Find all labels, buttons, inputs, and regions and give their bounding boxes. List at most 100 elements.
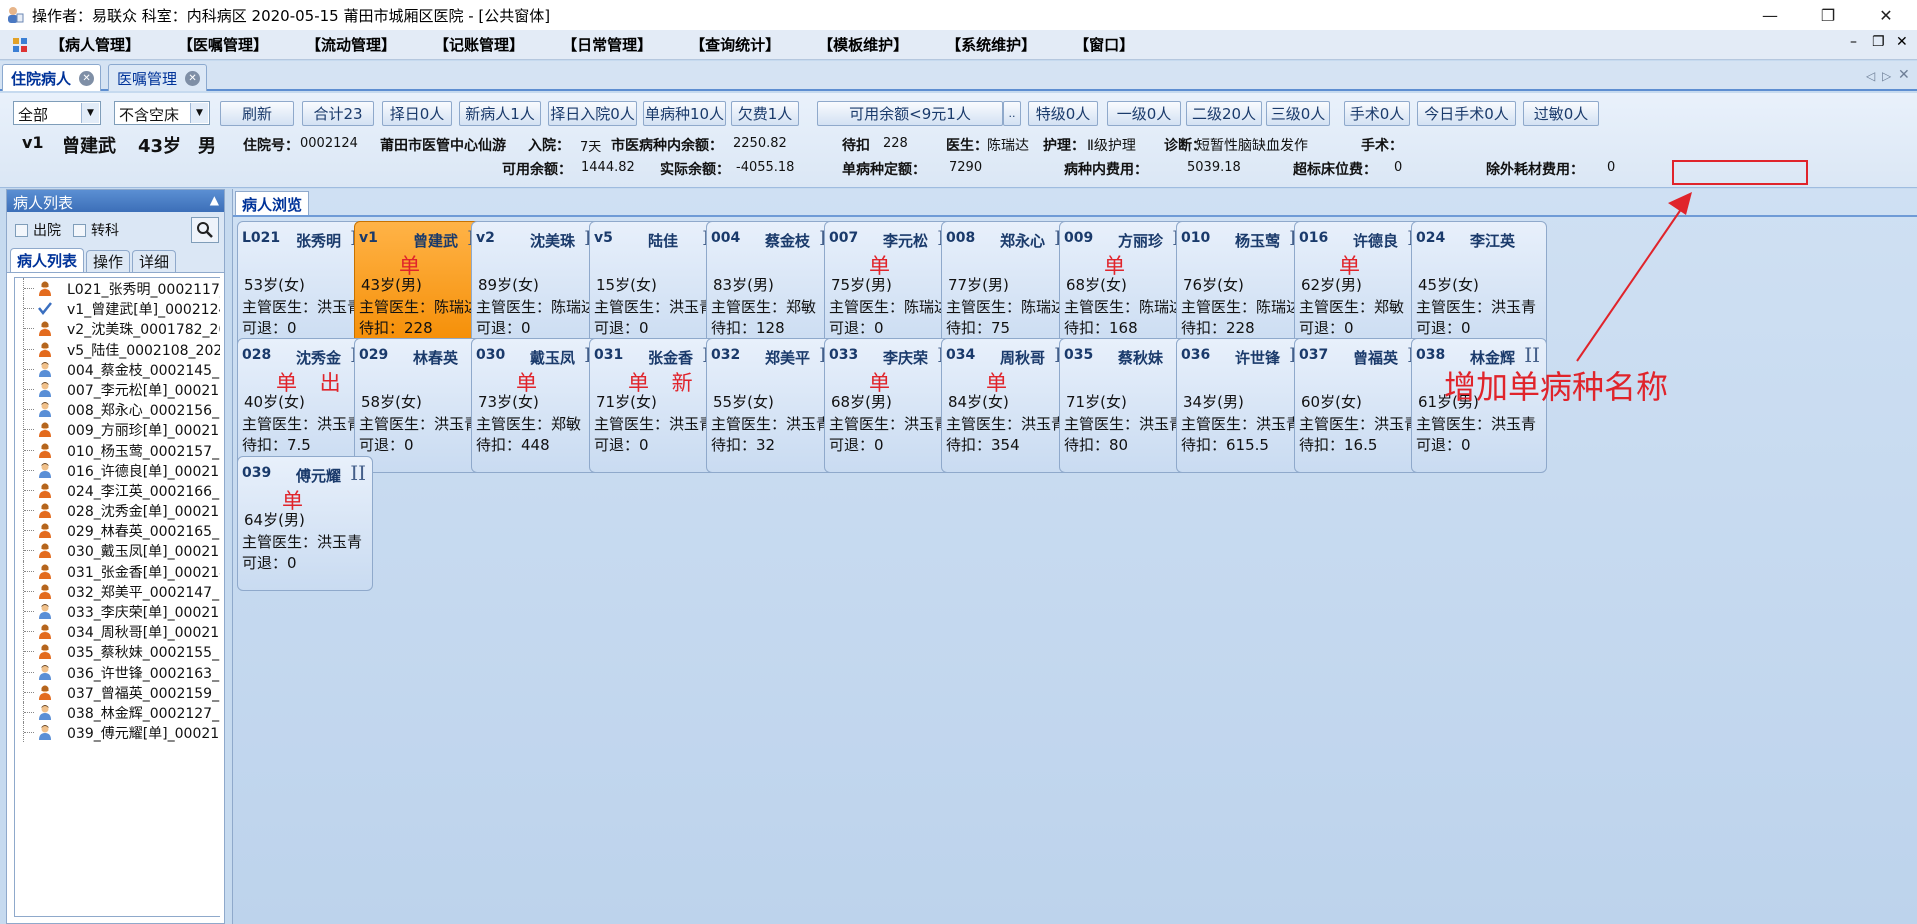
tab-patient-browse[interactable]: 病人浏览 — [235, 191, 310, 215]
menu-template-maintenance[interactable]: 【模板维护】 — [818, 34, 908, 55]
patient-card[interactable]: 024 李江英 45岁(女) 主管医生：洪玉青 可退：0 — [1411, 221, 1547, 356]
mdi-close-button[interactable]: ✕ — [1896, 34, 1908, 50]
patient-card[interactable]: 007李元松II单75岁(男)主管医生：陈瑞达可退：0 — [824, 221, 960, 356]
patient-card[interactable]: 009方丽珍II单68岁(女)主管医生：陈瑞达待扣：168 — [1059, 221, 1195, 356]
list-item[interactable]: 033_李庆荣[单]_0002154 — [15, 601, 220, 622]
patient-card[interactable]: 032郑美平II55岁(女)主管医生：洪玉青待扣：32 — [706, 338, 842, 473]
list-item[interactable]: v5_陆佳_0002108_202005 — [15, 338, 220, 359]
surgery-button[interactable]: 手术0人 — [1344, 101, 1410, 126]
chevron-down-icon[interactable]: ▼ — [190, 103, 208, 123]
arrears-button[interactable]: 欠费1人 — [731, 101, 799, 126]
minimize-button[interactable]: — — [1747, 0, 1793, 30]
patient-card[interactable]: 031张金香II单 新71岁(女)主管医生：洪玉青可退：0 — [589, 338, 725, 473]
list-item[interactable]: 007_李元松[单]_0002158 — [15, 378, 220, 400]
list-item[interactable]: 030_戴玉凤[单]_0002135 — [15, 540, 220, 561]
mdi-restore-button[interactable]: ❐ — [1872, 34, 1885, 50]
card-balance: 可退：0 — [1416, 436, 1471, 454]
refresh-button[interactable]: 刷新 — [220, 101, 294, 126]
list-item[interactable]: 031_张金香[单]_0002146 — [15, 560, 220, 581]
chevron-down-icon[interactable]: ▼ — [81, 103, 99, 123]
list-item[interactable]: 008_郑永心_0002156_202 — [15, 399, 220, 420]
patient-card[interactable]: 034周秋哥II单84岁(女)主管医生：洪玉青待扣：354 — [941, 338, 1077, 473]
patient-card[interactable]: 037曾福英II60岁(女)主管医生：洪玉青待扣：16.5 — [1294, 338, 1430, 473]
patient-card[interactable]: 033李庆荣II单68岁(男)主管医生：洪玉青可退：0 — [824, 338, 960, 473]
list-item[interactable]: 038_林金辉_0002127_202 — [15, 701, 220, 723]
menu-order-management[interactable]: 【医嘱管理】 — [178, 34, 268, 55]
patient-card[interactable]: 029 林春英 58岁(女) 主管医生：洪玉青 可退：0 — [354, 338, 490, 473]
patient-card[interactable]: 010杨玉莺II76岁(女)主管医生：陈瑞达待扣：228 — [1176, 221, 1312, 356]
patient-card[interactable]: 016许德良II单62岁(男)主管医生：郑敏可退：0 — [1294, 221, 1430, 356]
allergy-button[interactable]: 过敏0人 — [1523, 101, 1599, 126]
patient-card[interactable]: 030戴玉凤II单73岁(女)主管医生：郑敏待扣：448 — [471, 338, 607, 473]
single-disease-button[interactable]: 单病种10人 — [643, 101, 726, 126]
list-item[interactable]: 004_蔡金枝_0002145_202 — [15, 358, 220, 379]
list-item[interactable]: 036_许世锋_0002163_202 — [15, 661, 220, 682]
restore-button[interactable]: ❐ — [1805, 0, 1851, 30]
patient-card[interactable]: 039 傅元耀 II 单 64岁(男) 主管医生：洪玉青 可退：0 — [237, 456, 373, 591]
menu-query-statistics[interactable]: 【查询统计】 — [690, 34, 780, 55]
level2-care-button[interactable]: 二级20人 — [1186, 101, 1262, 126]
doctor-value: 陈瑞达 — [987, 138, 1029, 154]
special-care-button[interactable]: 特级0人 — [1028, 101, 1098, 126]
tab-operations[interactable]: 操作 — [86, 250, 131, 272]
patient-card[interactable]: 036许世锋II34岁(男)主管医生：洪玉青待扣：615.5 — [1176, 338, 1312, 473]
patient-card[interactable]: 035 蔡秋妹 71岁(女) 主管医生：洪玉青 待扣：80 — [1059, 338, 1195, 473]
tab-scroll-right-icon[interactable]: ▷ — [1882, 69, 1891, 83]
patient-card[interactable]: 028沈秀金II单 出40岁(女)主管医生：洪玉青待扣：7.5 — [237, 338, 373, 473]
card-patient-name: 林春英 — [413, 349, 459, 367]
tab-details[interactable]: 详细 — [132, 250, 177, 272]
transfer-checkbox[interactable] — [73, 223, 86, 237]
list-item[interactable]: 010_杨玉莺_0002157_202 — [15, 439, 220, 460]
close-tab-icon[interactable]: ✕ — [185, 70, 201, 86]
menu-system-maintenance[interactable]: 【系统维护】 — [946, 34, 1036, 55]
patient-card[interactable]: 004蔡金枝II83岁(男)主管医生：郑敏待扣：128 — [706, 221, 842, 356]
discharged-checkbox[interactable] — [15, 223, 28, 237]
ward-filter-select[interactable]: 全部 ▼ — [13, 101, 101, 125]
list-item[interactable]: 009_方丽珍[单]_0002118 — [15, 419, 220, 440]
list-item[interactable]: 037_曾福英_0002159_202 — [15, 681, 220, 702]
pin-icon[interactable]: ▲ — [210, 193, 219, 207]
scheduled-button[interactable]: 择日0人 — [382, 101, 452, 126]
menu-daily-management[interactable]: 【日常管理】 — [562, 34, 652, 55]
list-item[interactable]: L021_张秀明_0002117_20 — [15, 278, 220, 299]
patient-card[interactable]: v2沈美珠II89岁(女)主管医生：陈瑞达可退：0 — [471, 221, 607, 356]
list-item[interactable]: 039_傅元耀[单]_0002114 — [15, 722, 220, 743]
total-button[interactable]: 合计23 — [302, 101, 374, 126]
search-button[interactable] — [191, 217, 219, 243]
menu-patient-management[interactable]: 【病人管理】 — [50, 34, 140, 55]
menu-window[interactable]: 【窗口】 — [1074, 34, 1134, 55]
low-balance-button[interactable]: 可用余额<9元1人 — [817, 101, 1003, 126]
new-patients-button[interactable]: 新病人1人 — [459, 101, 541, 126]
list-item[interactable]: 032_郑美平_0002147_202 — [15, 580, 220, 601]
menu-flow-management[interactable]: 【流动管理】 — [306, 34, 396, 55]
mdi-minimize-button[interactable]: – — [1850, 34, 1857, 50]
close-tab-icon[interactable]: ✕ — [79, 70, 95, 86]
list-item[interactable]: v1_曾建武[单]_0002124_ — [15, 298, 220, 319]
list-item[interactable]: 024_李江英_0002166_202 — [15, 479, 220, 501]
patient-card[interactable]: v5陆佳II15岁(女)主管医生：洪玉青可退：0 — [589, 221, 725, 356]
patient-card[interactable]: v1曾建武II单43岁(男)主管医生：陈瑞达待扣：228 — [354, 221, 490, 356]
list-item[interactable]: 016_许德良[单]_0002105 — [15, 459, 220, 480]
list-item[interactable]: 035_蔡秋妹_0002155_202 — [15, 641, 220, 662]
menu-billing-management[interactable]: 【记账管理】 — [434, 34, 524, 55]
low-balance-options-button[interactable]: .. — [1003, 101, 1021, 126]
list-item[interactable]: 034_周秋哥[单]_0002139 — [15, 621, 220, 642]
bed-filter-select[interactable]: 不含空床 ▼ — [114, 101, 210, 125]
tab-inpatients[interactable]: 住院病人 ✕ — [2, 64, 102, 91]
menu-app-icon[interactable] — [10, 35, 30, 55]
tab-scroll-left-icon[interactable]: ◁ — [1866, 69, 1875, 83]
tab-order-management[interactable]: 医嘱管理 ✕ — [108, 64, 208, 91]
patient-card[interactable]: L021张秀明II53岁(女)主管医生：洪玉青可退：0 — [237, 221, 373, 356]
level3-care-button[interactable]: 三级0人 — [1266, 101, 1330, 126]
tab-close-all-icon[interactable]: ✕ — [1898, 67, 1910, 83]
list-item[interactable]: 029_林春英_0002165_202 — [15, 520, 220, 541]
today-surgery-button[interactable]: 今日手术0人 — [1417, 101, 1516, 126]
list-item[interactable]: v2_沈美珠_0001782_2020 — [15, 318, 220, 339]
list-item[interactable]: 028_沈秀金[单]_0002152 — [15, 500, 220, 521]
card-patient-name: 傅元耀 — [296, 467, 342, 485]
patient-card[interactable]: 008郑永心II77岁(男)主管医生：陈瑞达待扣：75 — [941, 221, 1077, 356]
scheduled-admission-button[interactable]: 择日入院0人 — [548, 101, 637, 126]
tab-patient-list[interactable]: 病人列表 — [10, 248, 85, 272]
close-button[interactable]: ✕ — [1863, 0, 1909, 30]
level1-care-button[interactable]: 一级0人 — [1107, 101, 1181, 126]
